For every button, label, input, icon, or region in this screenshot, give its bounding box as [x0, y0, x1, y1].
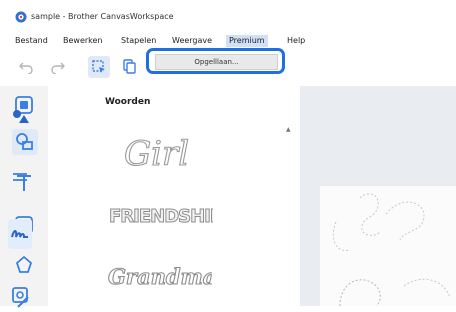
svg-text:Girl: Girl — [124, 134, 189, 174]
word-art-girl: Girl — [123, 133, 189, 174]
title-bar: sample - Brother CanvasWorkspace — [0, 0, 456, 34]
word-tile-grandma[interactable]: Grandma — [106, 262, 216, 290]
panel-title: Woorden — [105, 97, 151, 107]
menu-bestand[interactable]: Bestand — [15, 36, 48, 45]
canvas-page[interactable] — [320, 186, 456, 307]
lines-category-icon[interactable] — [8, 166, 32, 188]
window-title: sample - Brother CanvasWorkspace — [31, 12, 174, 21]
app-logo-icon — [15, 11, 27, 23]
svg-text:Grandma: Grandma — [108, 264, 212, 289]
canvas-artwork — [332, 193, 451, 307]
activate-menu-item[interactable]: Opgelllaan... — [155, 54, 278, 70]
word-tile-girl[interactable]: Girl — [122, 129, 192, 174]
svg-text:FRIENDSHIP: FRIENDSHIP — [109, 206, 213, 227]
menu-premium[interactable]: Premium — [226, 35, 268, 47]
words-category-icon — [11, 230, 28, 238]
category-rail — [48, 86, 89, 306]
undo-icon[interactable] — [18, 58, 34, 74]
premium-dropdown: Opgelllaan... — [146, 48, 285, 74]
scroll-up-arrow[interactable]: ▲ — [286, 126, 291, 133]
redo-icon[interactable] — [50, 58, 66, 74]
select-icon[interactable] — [91, 59, 107, 75]
copy-icon[interactable] — [121, 58, 137, 74]
menu-help[interactable]: Help — [287, 36, 305, 45]
word-tile-friendship[interactable]: FRIENDSHIP — [107, 200, 225, 228]
menu-bewerken[interactable]: Bewerken — [63, 36, 103, 45]
shape-outline-icon[interactable] — [13, 254, 35, 276]
image-category-icon[interactable] — [8, 284, 32, 306]
menu-weergave[interactable]: Weergave — [172, 36, 212, 45]
word-art-grandma: Grandma — [107, 263, 216, 289]
words-category[interactable] — [8, 219, 32, 249]
word-art-friendship: FRIENDSHIP — [109, 206, 225, 228]
menu-stapelen[interactable]: Stapelen — [121, 36, 156, 45]
shapes-category-icon[interactable] — [8, 106, 32, 128]
edit-tool-icon[interactable] — [14, 131, 36, 153]
